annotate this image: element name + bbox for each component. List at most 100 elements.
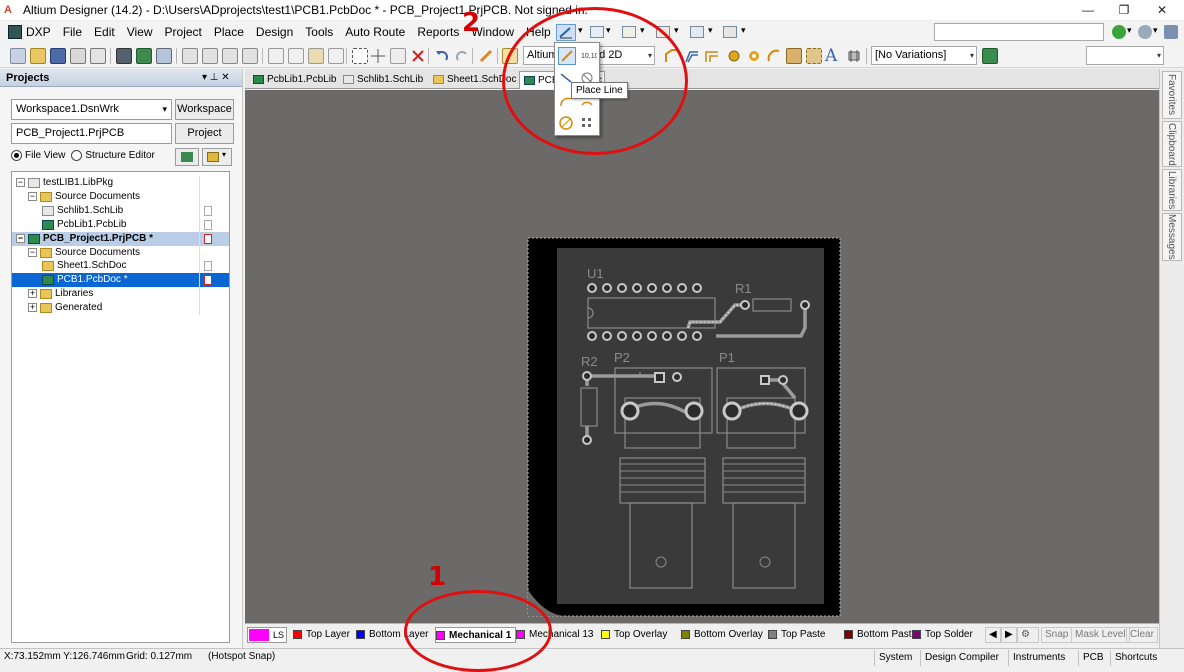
zoom-filtered-icon[interactable]	[222, 48, 238, 64]
status-shortcuts-button[interactable]: Shortcuts	[1110, 650, 1161, 666]
save-icon[interactable]	[50, 48, 66, 64]
snap-options-icon[interactable]: ⚙	[1017, 627, 1039, 643]
expand-icon[interactable]: +	[28, 303, 37, 313]
address-box[interactable]	[934, 23, 1104, 41]
snap-button[interactable]: Snap	[1041, 627, 1073, 643]
project-button[interactable]: Project	[175, 123, 234, 144]
tree-item[interactable]: − PCB_Project1.PrjPCB *	[12, 231, 229, 246]
project-options-button[interactable]: ▾	[202, 148, 232, 166]
tree-item[interactable]: Sheet1.SchDoc	[12, 259, 229, 274]
expand-icon[interactable]: +	[28, 289, 37, 299]
layer-tab[interactable]: Top Solder	[912, 627, 973, 643]
variant-manager-icon[interactable]	[982, 48, 998, 64]
collapse-icon[interactable]: −	[16, 178, 25, 187]
tree-item[interactable]: − Source Documents	[12, 189, 229, 204]
open-folder-icon[interactable]	[30, 48, 46, 64]
zoom-area-icon[interactable]	[182, 48, 198, 64]
minimize-button[interactable]: —	[1070, 0, 1106, 20]
menu-tools[interactable]: Tools	[299, 21, 339, 43]
menu-auto-route[interactable]: Auto Route	[339, 21, 411, 43]
menu-design[interactable]: Design	[250, 21, 299, 43]
rubber-stamp-icon[interactable]	[328, 48, 344, 64]
undo-icon[interactable]	[434, 48, 450, 64]
menu-file[interactable]: File	[57, 21, 88, 43]
status-design-compiler-button[interactable]: Design Compiler	[920, 650, 1003, 666]
print-icon[interactable]	[70, 48, 86, 64]
redo-icon[interactable]	[454, 48, 470, 64]
select-area-icon[interactable]	[352, 48, 368, 64]
collapse-icon[interactable]: −	[28, 191, 37, 201]
tree-item[interactable]: PcbLib1.PcbLib	[12, 217, 229, 232]
variations-combo[interactable]: [No Variations] ▾	[871, 46, 977, 65]
panel-controls[interactable]: ▾ ⊥ ✕	[202, 69, 230, 87]
project-field[interactable]: PCB_Project1.PrjPCB	[11, 123, 172, 144]
restore-button[interactable]: ❐	[1106, 0, 1142, 20]
place-string-icon[interactable]: A	[825, 46, 837, 66]
layers-stack-button[interactable]	[175, 148, 199, 166]
home-icon[interactable]	[1164, 25, 1178, 39]
workspace-select[interactable]: Workspace1.DsnWrk ▾	[11, 99, 172, 120]
zoom-fit-icon[interactable]	[156, 48, 172, 64]
forward-dropdown-arrow[interactable]: ▾	[1153, 25, 1158, 36]
cross-probe-icon[interactable]	[478, 48, 494, 64]
file-view-radio[interactable]	[11, 150, 22, 161]
status-system-button[interactable]: System	[874, 650, 916, 666]
tab-favorites[interactable]: Favorites	[1162, 71, 1182, 119]
menu-edit[interactable]: Edit	[88, 21, 121, 43]
layer-tab[interactable]: Top Overlay	[601, 627, 667, 643]
menu-dxp[interactable]: DXP	[0, 21, 57, 43]
status-pcb-button[interactable]: PCB	[1078, 650, 1108, 666]
tree-item[interactable]: + Generated	[12, 301, 229, 316]
grid-dropdown-arrow[interactable]: ▾	[741, 25, 746, 36]
status-instruments-button[interactable]: Instruments	[1008, 650, 1069, 666]
new-file-icon[interactable]	[10, 48, 26, 64]
tab-messages[interactable]: Messages	[1162, 213, 1182, 261]
menu-project[interactable]: Project	[159, 21, 208, 43]
back-icon[interactable]	[1112, 25, 1126, 39]
tab-clipboard[interactable]: Clipboard	[1162, 121, 1182, 167]
tree-item[interactable]: − testLIB1.LibPkg	[12, 176, 229, 190]
place-component-icon[interactable]	[846, 48, 862, 64]
clear-filter-icon[interactable]	[410, 48, 426, 64]
layer-set-button[interactable]: LS	[247, 627, 287, 643]
layer-tab[interactable]: Top Layer	[293, 627, 350, 643]
paste-icon[interactable]	[308, 48, 324, 64]
place-arc-icon[interactable]	[766, 48, 782, 64]
collapse-icon[interactable]: −	[16, 233, 25, 243]
open-document-icon[interactable]	[116, 48, 132, 64]
move-icon[interactable]	[370, 48, 386, 64]
room-dropdown-arrow[interactable]: ▾	[674, 25, 679, 36]
collapse-icon[interactable]: −	[28, 247, 37, 257]
layer-tab[interactable]: Top Paste	[768, 627, 825, 643]
place-via-icon[interactable]	[746, 48, 762, 64]
multi-route-icon[interactable]	[704, 48, 720, 64]
structure-editor-radio[interactable]	[71, 150, 83, 161]
empty-combo[interactable]: ▾	[1086, 46, 1164, 65]
tree-item[interactable]: + Libraries	[12, 287, 229, 302]
zoom-prev-icon[interactable]	[242, 48, 258, 64]
tab-libraries[interactable]: Libraries	[1162, 169, 1182, 211]
diff-pair-route-icon[interactable]	[684, 48, 700, 64]
tab-pcblib[interactable]: PcbLib1.PcbLib	[249, 71, 343, 89]
layer-tab[interactable]: Bottom Paste	[844, 627, 917, 643]
back-dropdown-arrow[interactable]: ▾	[1127, 25, 1132, 36]
board-3d-icon[interactable]	[136, 48, 152, 64]
menu-place[interactable]: Place	[208, 21, 250, 43]
menu-reports[interactable]: Reports	[411, 21, 465, 43]
tree-item[interactable]: − Source Documents	[12, 245, 229, 260]
dimension-icon[interactable]	[690, 26, 704, 38]
zoom-selected-icon[interactable]	[202, 48, 218, 64]
copy-icon[interactable]	[288, 48, 304, 64]
pcb-board-drawing[interactable]: U1 R1 R2 P2 P1	[245, 90, 1159, 623]
tree-item[interactable]: Schlib1.SchLib	[12, 203, 229, 218]
place-pad-icon[interactable]	[726, 48, 742, 64]
layer-tab[interactable]: Bottom Overlay	[681, 627, 763, 643]
grid-icon[interactable]	[723, 26, 737, 38]
clear-button[interactable]: Clear	[1126, 627, 1158, 643]
menu-view[interactable]: View	[121, 21, 159, 43]
tree-item[interactable]: PCB1.PcbDoc *	[12, 273, 229, 288]
tab-schlib[interactable]: Schlib1.SchLib	[339, 71, 429, 89]
layer-prev-button[interactable]: ◀	[985, 627, 1001, 643]
print-preview-icon[interactable]	[90, 48, 106, 64]
place-polygon-icon[interactable]	[806, 48, 822, 64]
